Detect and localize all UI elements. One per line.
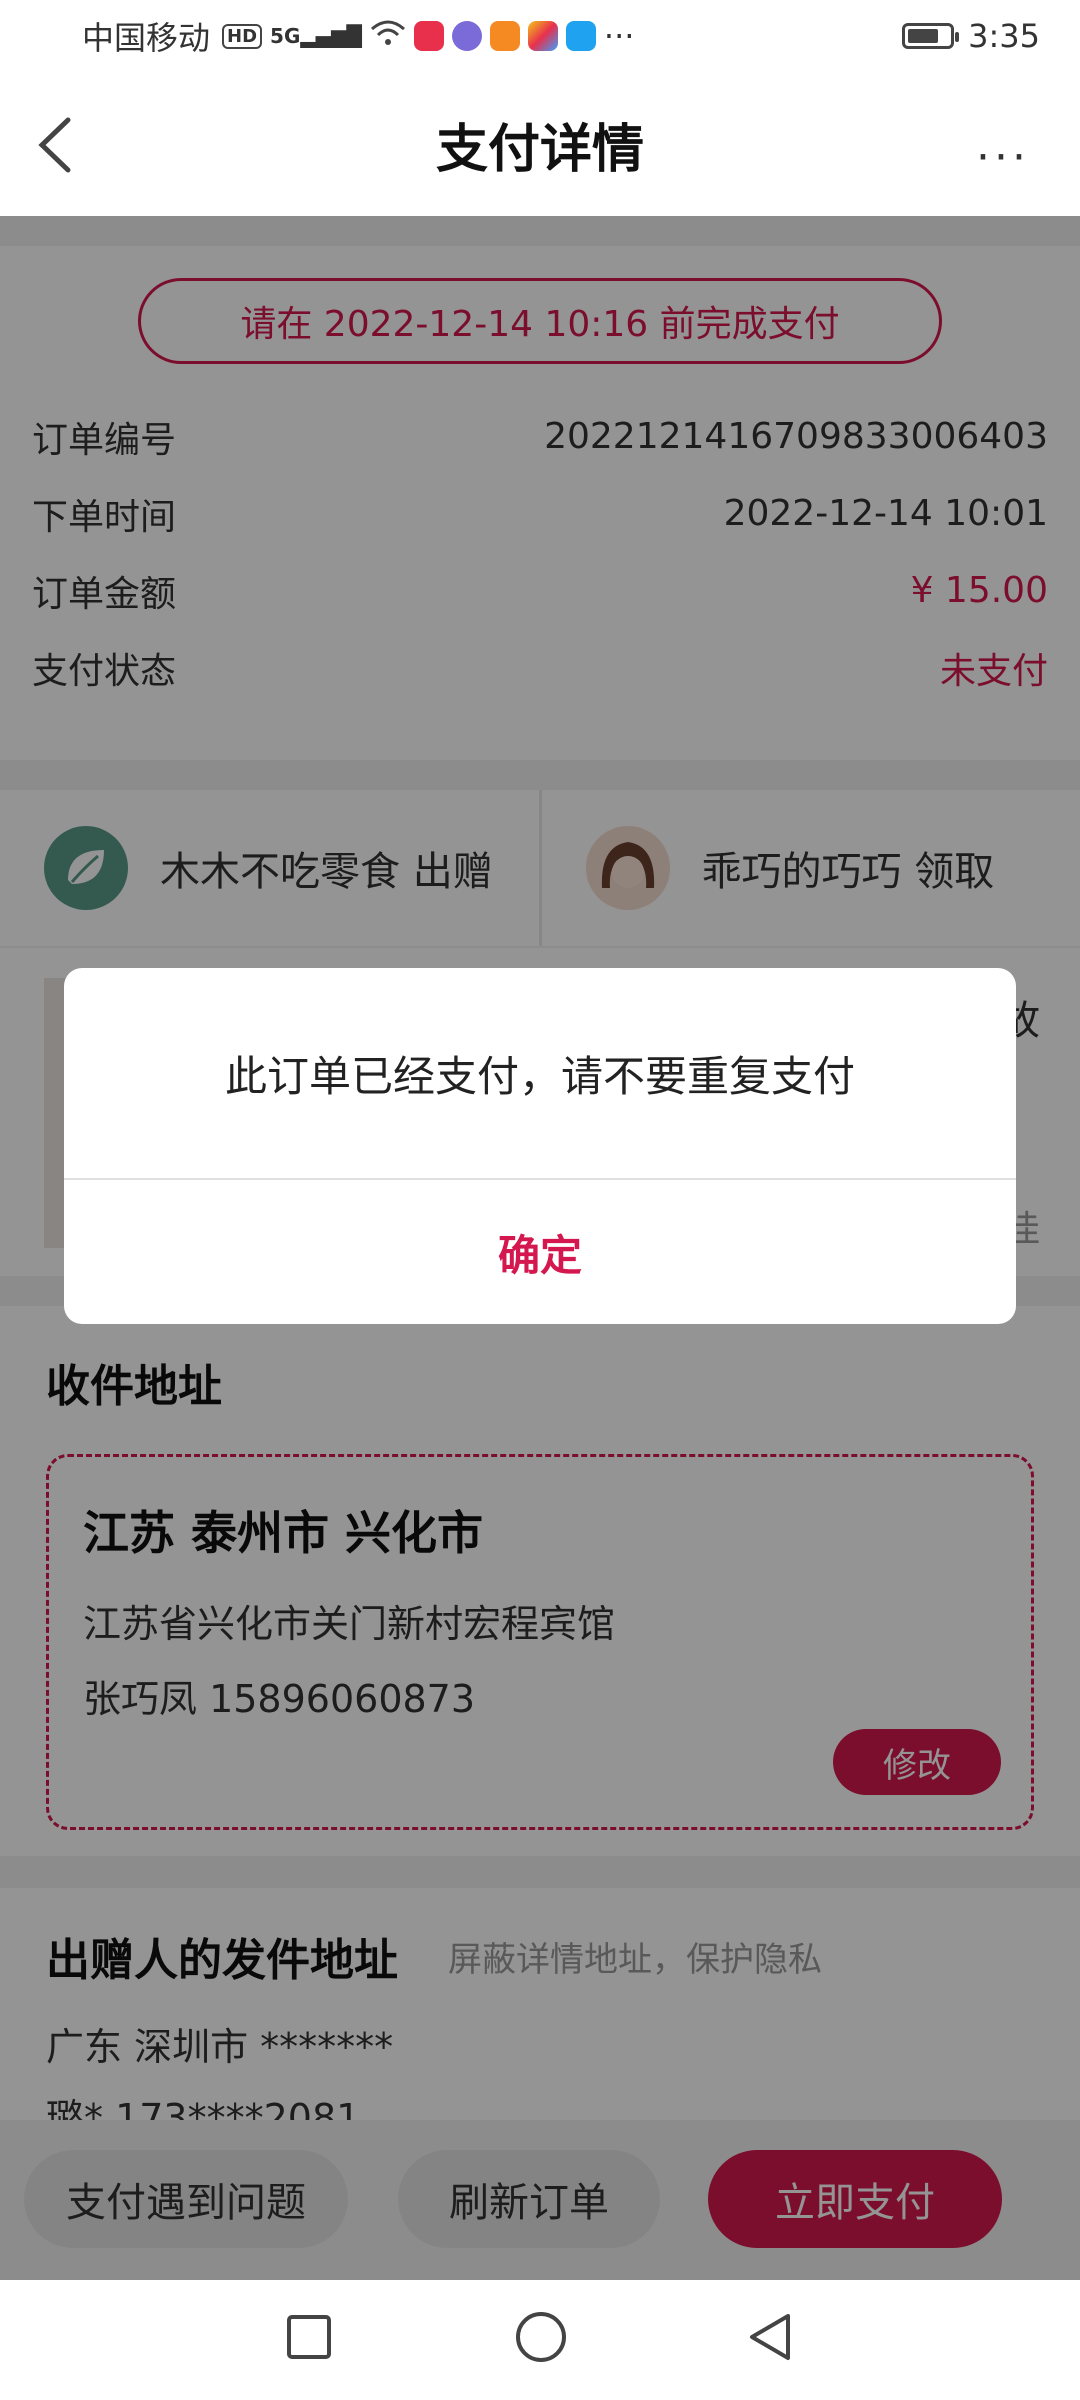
clock: 3:35 — [968, 17, 1040, 55]
video-app-icon — [489, 21, 520, 51]
already-paid-dialog: 此订单已经支付，请不要重复支付 确定 — [64, 968, 1016, 1324]
navigation-bar: 支付详情 ··· — [0, 72, 1080, 216]
more-options-icon[interactable]: ··· — [976, 132, 1030, 183]
store-app-icon — [527, 21, 558, 51]
signal-icon: 5G▂▄▆█ — [270, 24, 362, 48]
wifi-icon — [370, 17, 406, 55]
network-type: 5G — [270, 24, 301, 48]
status-icons: HD 5G▂▄▆█ ··· — [222, 17, 634, 55]
recent-apps-icon[interactable] — [284, 2312, 334, 2362]
music-app-icon — [451, 21, 482, 51]
dialog-confirm-button[interactable]: 确定 — [64, 1180, 1016, 1324]
back-arrow-icon[interactable] — [28, 110, 88, 180]
hd-icon: HD — [222, 23, 263, 49]
home-icon[interactable] — [514, 2310, 568, 2364]
page-title: 支付详情 — [435, 119, 644, 180]
dialog-message: 此订单已经支付，请不要重复支付 — [64, 968, 1016, 1180]
battery-icon — [902, 23, 960, 49]
book-app-icon — [413, 21, 444, 51]
back-nav-icon[interactable] — [744, 2310, 798, 2364]
status-bar: 中国移动 HD 5G▂▄▆█ ··· 3:35 — [0, 0, 1080, 72]
battery-level — [908, 29, 939, 43]
more-notifications-icon: ··· — [603, 17, 635, 55]
search-app-icon — [565, 21, 596, 51]
system-navigation-bar — [0, 2280, 1080, 2400]
carrier-name: 中国移动 — [82, 19, 211, 57]
